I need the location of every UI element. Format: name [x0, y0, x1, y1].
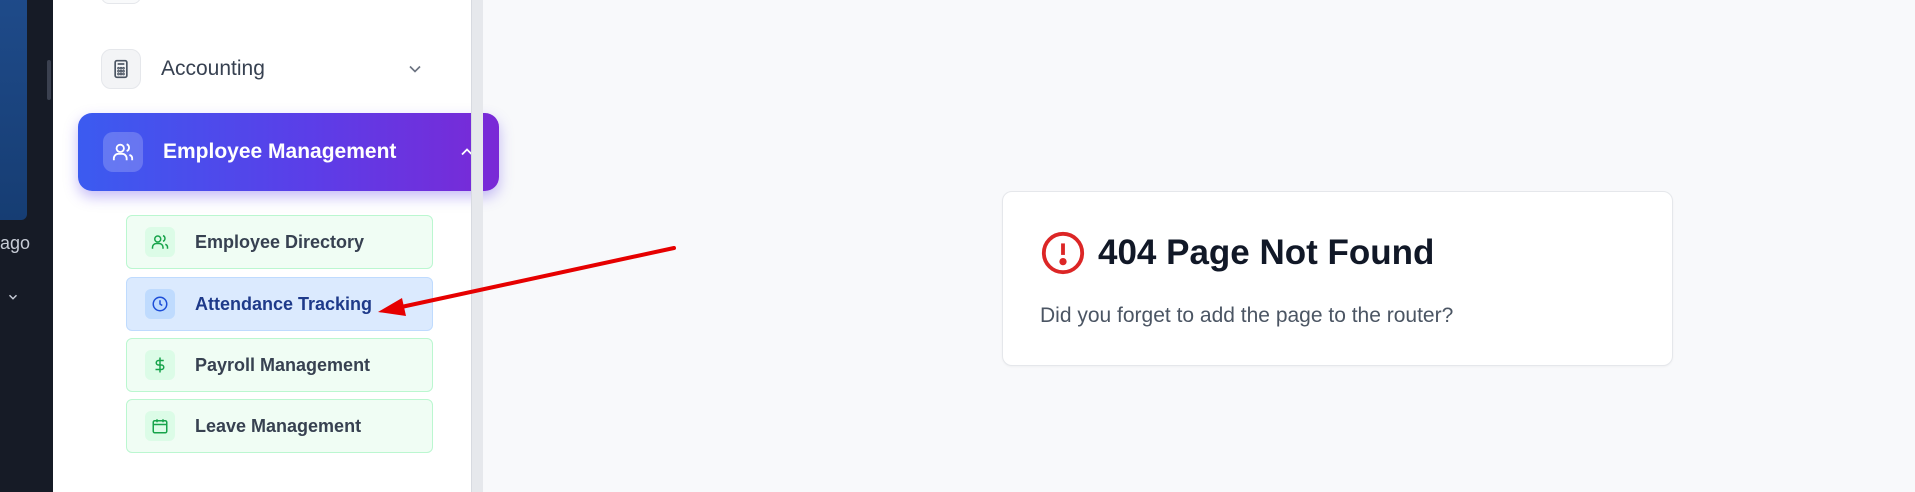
submenu-item-payroll-management[interactable]: Payroll Management [126, 338, 433, 392]
clock-icon [145, 289, 175, 319]
submenu-item-label: Attendance Tracking [195, 293, 373, 314]
alert-circle-icon [1041, 231, 1085, 275]
calculator-icon [101, 49, 141, 89]
submenu-item-label: Employee Directory [195, 231, 365, 252]
submenu-item-label: Payroll Management [195, 354, 371, 375]
sidebar-item-label: Accounting [161, 57, 265, 80]
submenu-item-label: Leave Management [195, 415, 362, 436]
submenu-item-attendance-tracking[interactable]: Attendance Tracking [126, 277, 433, 331]
users-icon [145, 227, 175, 257]
dollar-icon [145, 350, 175, 380]
calendar-icon [145, 411, 175, 441]
left-background-panel: ago [0, 0, 53, 492]
users-icon [103, 132, 143, 172]
page-title: 404 Page Not Found [1098, 233, 1435, 272]
scrollbar[interactable] [47, 60, 51, 100]
submenu-item-employee-directory[interactable]: Employee Directory [126, 215, 433, 269]
sidebar-item-label: Employee Management [163, 140, 397, 163]
sidebar-item-accounting[interactable]: Accounting [101, 44, 447, 94]
sidebar: Accounting Employee Management Employee … [53, 0, 499, 492]
error-heading: 404 Page Not Found [1040, 230, 1434, 276]
error-message: Did you forget to add the page to the ro… [1040, 304, 1454, 327]
sidebar-resize-border[interactable] [471, 0, 483, 492]
background-card [0, 0, 27, 220]
sidebar-item-employee-management[interactable]: Employee Management [78, 113, 499, 191]
submenu-item-leave-management[interactable]: Leave Management [126, 399, 433, 453]
chevron-down-icon [409, 65, 421, 73]
time-suffix-text: ago [0, 233, 31, 253]
sidebar-item-partial[interactable] [101, 0, 141, 4]
chevron-down-icon[interactable] [6, 290, 20, 304]
not-found-card: 404 Page Not Found Did you forget to add… [1002, 191, 1673, 366]
